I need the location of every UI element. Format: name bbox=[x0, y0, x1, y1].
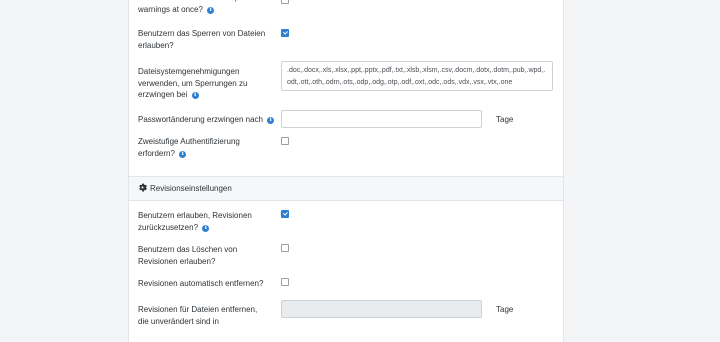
allow-delete-checkbox[interactable] bbox=[281, 244, 289, 252]
auto-remove-checkbox[interactable] bbox=[281, 278, 289, 286]
password-change-unit: Tage bbox=[496, 115, 514, 124]
fs-permissions-textarea[interactable]: .doc,.docx,.xls,.xlsx,.ppt,.pptx,.pdf,.t… bbox=[281, 61, 553, 91]
gear-icon bbox=[139, 183, 147, 192]
auto-remove-label: Revisionen automatisch entfernen? bbox=[138, 279, 264, 288]
allow-reset-checkbox[interactable] bbox=[281, 210, 289, 218]
password-change-input[interactable] bbox=[281, 110, 482, 128]
resolve-warnings-label: Allow users to resolve multiple warnings… bbox=[138, 0, 266, 15]
settings-panel: Allow users to resolve multiple warnings… bbox=[128, 0, 564, 342]
remove-unchanged-label: Revisionen für Dateien entfernen, die un… bbox=[138, 305, 258, 326]
allow-delete-label: Benutzern das Löschen von Revisionen erl… bbox=[138, 245, 238, 266]
info-icon[interactable]: i bbox=[267, 117, 275, 124]
password-change-label: Passwortänderung erzwingen nach i bbox=[138, 114, 278, 126]
info-icon[interactable]: i bbox=[191, 92, 199, 99]
fs-permissions-label: Dateisystemgenehmigungen verwenden, um S… bbox=[138, 67, 248, 99]
allow-lock-label: Benutzern das Sperren von Dateien erlaub… bbox=[138, 29, 266, 50]
resolve-warnings-checkbox[interactable] bbox=[281, 0, 289, 4]
section-title: Revisionseinstellungen bbox=[150, 184, 232, 193]
remove-unchanged-unit: Tage bbox=[496, 305, 514, 314]
fs-permissions-value: .doc,.docx,.xls,.xlsx,.ppt,.pptx,.pdf,.t… bbox=[287, 67, 546, 86]
two-factor-checkbox[interactable] bbox=[281, 137, 289, 145]
allow-lock-checkbox[interactable] bbox=[281, 29, 289, 37]
info-icon[interactable]: i bbox=[202, 224, 210, 232]
info-icon[interactable]: i bbox=[207, 6, 215, 14]
two-factor-label: Zweistufige Authentifizierung erfordern?… bbox=[138, 137, 240, 158]
remove-unchanged-input[interactable] bbox=[281, 300, 482, 318]
info-icon[interactable]: i bbox=[179, 150, 187, 158]
revision-settings-header: Revisionseinstellungen bbox=[129, 176, 563, 201]
allow-reset-label: Benutzern erlauben, Revisionen zurückzus… bbox=[138, 211, 252, 232]
